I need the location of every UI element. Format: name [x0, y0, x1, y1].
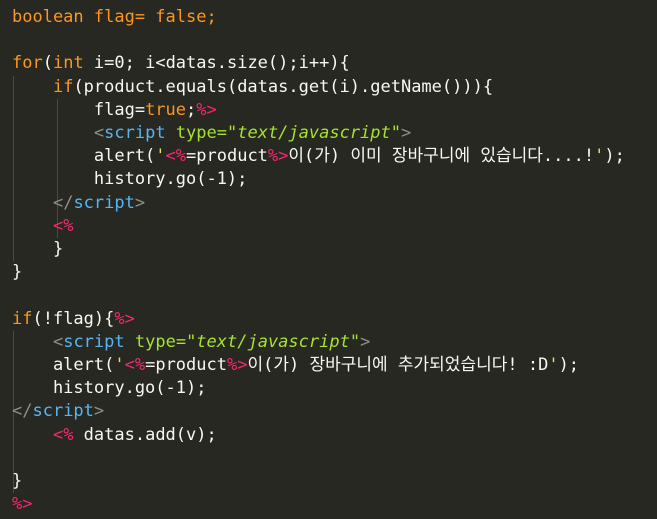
code-token: ': [548, 355, 559, 375]
code-token: <: [93, 123, 105, 143]
code-token: boolean flag= false;: [12, 7, 217, 27]
code-token: ': [594, 146, 605, 167]
code-line[interactable]: history.go(-1);: [12, 168, 248, 191]
code-line[interactable]: }: [12, 261, 22, 284]
code-token: ;: [186, 99, 197, 120]
code-token: %>: [267, 146, 289, 167]
code-token: );: [558, 355, 580, 375]
code-line[interactable]: <% datas.add(v);: [12, 424, 217, 447]
code-line[interactable]: <script type="text/javascript">: [12, 122, 411, 145]
code-token: script: [32, 401, 94, 422]
code-token: if: [12, 308, 33, 329]
code-token: 이(가) 장바구니에 추가되었습니다! :D: [247, 355, 549, 375]
code-line[interactable]: for(int i=0; i<datas.size();i++){: [12, 52, 350, 75]
code-token: alert(: [12, 146, 156, 167]
code-token: <%: [52, 424, 74, 445]
code-token: type=: [175, 123, 227, 143]
code-token: <: [52, 331, 64, 352]
code-token: }: [12, 471, 23, 491]
code-token: %>: [226, 355, 248, 375]
code-token: "text/javascript": [227, 123, 401, 143]
code-token: </: [12, 401, 33, 422]
code-line[interactable]: history.go(-1);: [12, 377, 207, 400]
code-line[interactable]: }: [12, 470, 22, 493]
code-token: ': [155, 146, 166, 167]
code-token: type=: [134, 331, 187, 352]
code-token: );: [604, 146, 625, 167]
code-token: >: [93, 401, 105, 422]
code-line[interactable]: flag=true;%>: [12, 99, 217, 122]
code-token: int: [52, 53, 84, 74]
code-token: <%: [52, 215, 74, 236]
code-line[interactable]: alert('<%=product%>이(가) 이미 장바구니에 있습니다...…: [12, 145, 625, 168]
code-token: >: [360, 331, 371, 352]
code-line[interactable]: boolean flag= false;: [12, 6, 217, 29]
code-token: if: [52, 76, 74, 97]
code-token: history.go(-1);: [12, 169, 248, 190]
code-token: "text/javascript": [186, 331, 361, 352]
code-token: %>: [114, 308, 135, 329]
code-token: (product.equals(datas.get(i).getName()))…: [73, 76, 494, 97]
code-line[interactable]: if(product.equals(datas.get(i).getName()…: [12, 76, 493, 99]
code-token: }: [12, 239, 64, 259]
code-line[interactable]: <%: [12, 215, 73, 238]
code-token: }: [12, 262, 23, 283]
code-line[interactable]: alert('<%=product%>이(가) 장바구니에 추가되었습니다! :…: [12, 354, 579, 377]
code-token: for: [12, 53, 43, 74]
code-line[interactable]: %>: [12, 493, 32, 516]
code-token: >: [401, 123, 412, 143]
code-token: =product: [145, 355, 227, 375]
code-token: <%: [165, 146, 187, 167]
code-token: %>: [196, 99, 217, 120]
code-token: =product: [186, 146, 268, 167]
code-token: </: [52, 192, 74, 213]
code-token: script: [104, 123, 166, 143]
code-line[interactable]: if(!flag){%>: [12, 308, 135, 331]
code-token: (!flag){: [32, 308, 115, 329]
code-token: >: [134, 192, 146, 213]
code-token: %>: [12, 494, 33, 515]
code-token: alert(: [12, 355, 115, 375]
code-token: true: [145, 99, 187, 120]
code-token: ': [114, 355, 125, 375]
code-line[interactable]: </script>: [12, 400, 104, 423]
code-token: 이(가) 이미 장바구니에 있습니다....!: [288, 146, 595, 167]
code-editor[interactable]: boolean flag= false; for(int i=0; i<datas…: [0, 0, 657, 519]
code-token: datas.add(v);: [73, 424, 217, 445]
code-line[interactable]: }: [12, 238, 63, 261]
code-token: (: [42, 53, 53, 74]
code-token: flag=: [12, 99, 146, 120]
code-token: script: [73, 192, 135, 213]
code-token: script: [63, 331, 125, 352]
code-token: history.go(-1);: [12, 378, 207, 399]
code-line[interactable]: </script>: [12, 192, 145, 215]
code-token: i=0; i<datas.size();i++){: [83, 53, 350, 74]
code-token: <%: [124, 355, 146, 375]
code-line[interactable]: <script type="text/javascript">: [12, 331, 370, 354]
